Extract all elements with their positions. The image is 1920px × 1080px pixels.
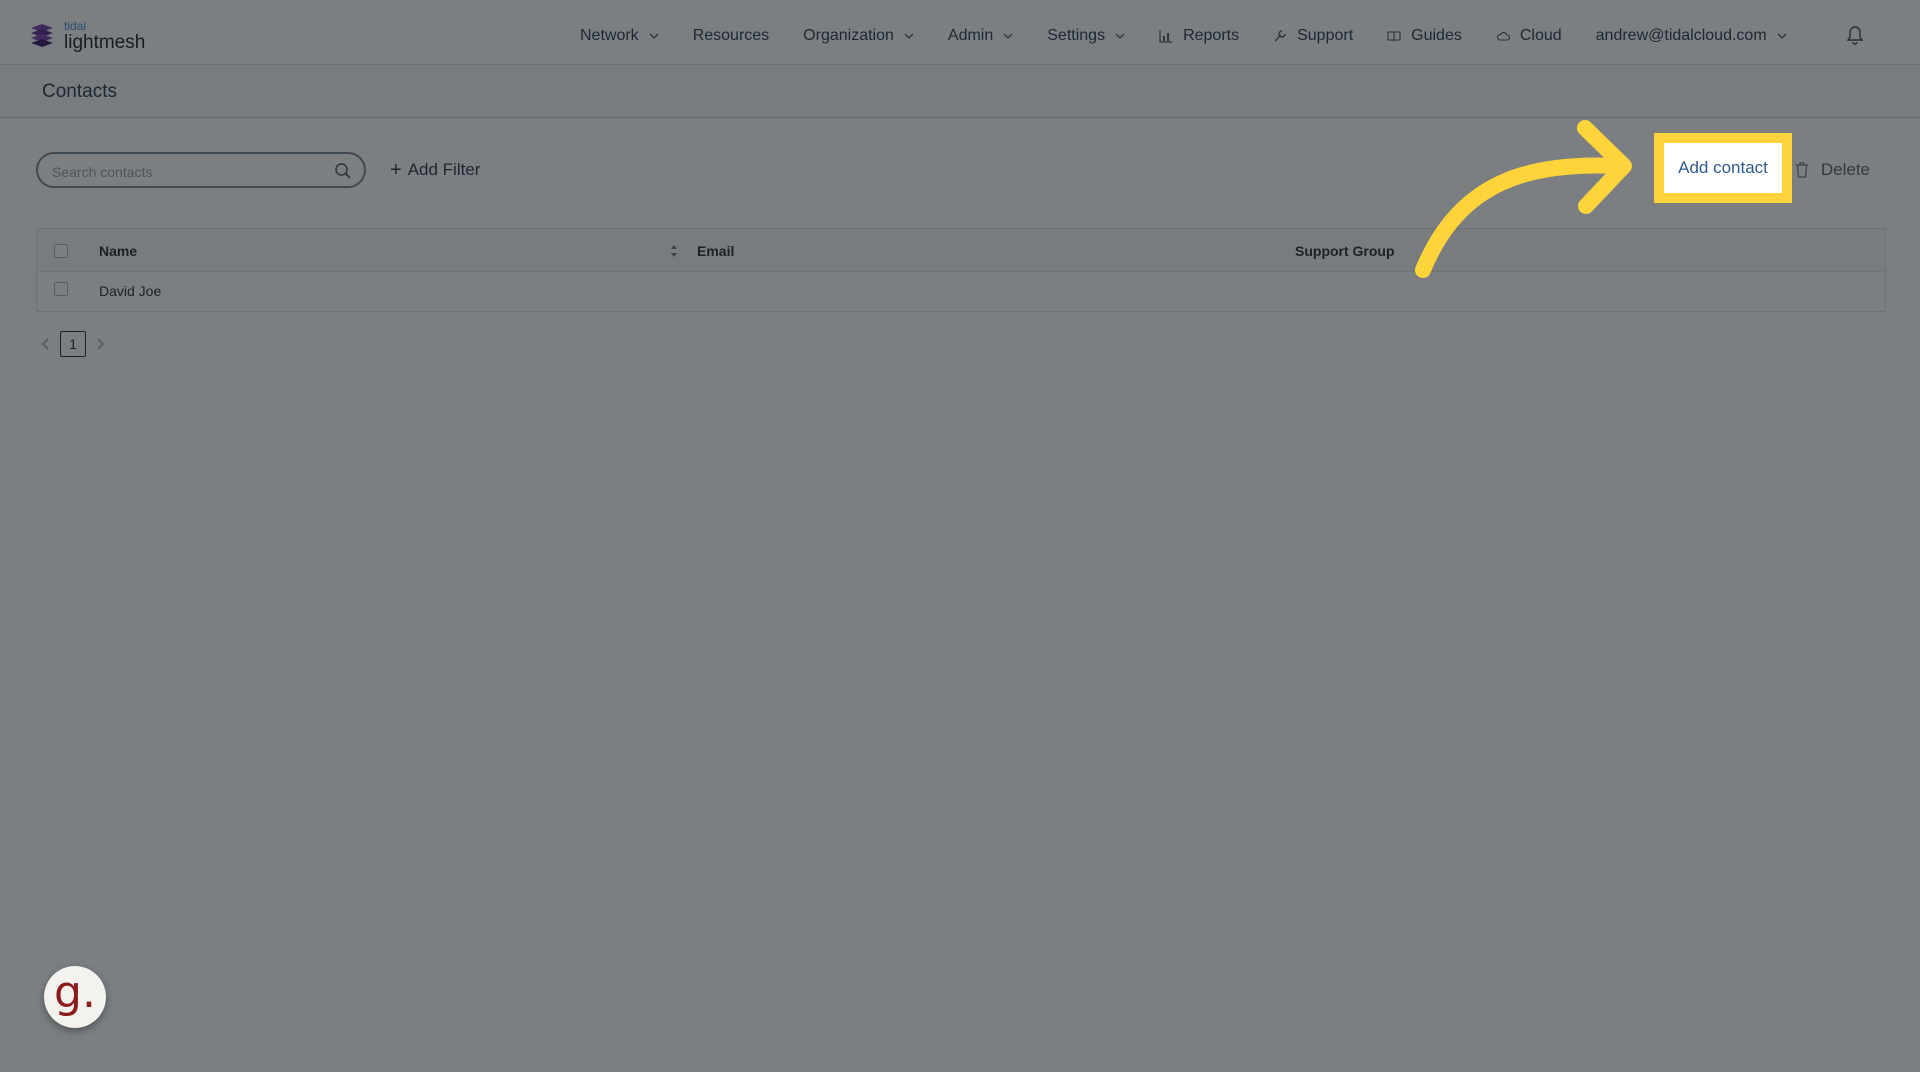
trash-icon — [1795, 162, 1808, 178]
row-checkbox[interactable] — [54, 282, 68, 296]
screen-top-border — [0, 0, 1920, 8]
chevron-down-icon — [1003, 33, 1013, 39]
user-email: andrew@tidalcloud.com — [1595, 27, 1767, 44]
chevron-right-icon[interactable] — [94, 338, 106, 350]
nav-resources[interactable]: Resources — [693, 27, 769, 45]
contact-name[interactable]: David Joe — [99, 283, 161, 299]
nav-label: Settings — [1047, 27, 1106, 44]
page-number-current[interactable]: 1 — [60, 331, 86, 357]
nav-cloud[interactable]: Cloud — [1496, 27, 1562, 45]
brand-logo[interactable]: tidal lightmesh — [28, 18, 145, 54]
nav-guides[interactable]: Guides — [1387, 27, 1462, 45]
badge-letter: g. — [54, 967, 96, 1018]
nav-label: Resources — [692, 27, 770, 44]
add-filter-label: Add Filter — [407, 160, 481, 179]
nav-user-menu[interactable]: andrew@tidalcloud.com — [1596, 27, 1787, 45]
pagination: 1 — [40, 330, 106, 358]
select-all-checkbox[interactable] — [54, 244, 68, 258]
book-icon — [1387, 31, 1401, 42]
tutorial-arrow-icon — [1415, 120, 1632, 278]
nav-support[interactable]: Support — [1273, 27, 1353, 45]
nav-label: Cloud — [1519, 27, 1562, 44]
delete-label: Delete — [1820, 160, 1870, 179]
column-header-email[interactable]: Email — [697, 243, 734, 259]
search-icon[interactable] — [334, 162, 352, 180]
search-box[interactable] — [36, 152, 366, 188]
chevron-down-icon — [904, 33, 914, 39]
nav-admin[interactable]: Admin — [948, 27, 1013, 45]
nav-settings[interactable]: Settings — [1047, 27, 1125, 45]
screen-bottom-border — [0, 1072, 1920, 1080]
cloud-icon — [1496, 31, 1510, 41]
sort-icon[interactable] — [669, 243, 679, 259]
brand-name: lightmesh — [64, 32, 146, 53]
plus-icon: + — [390, 159, 402, 181]
nav-label: Reports — [1183, 27, 1240, 44]
column-header-name[interactable]: Name — [99, 243, 137, 259]
delete-button[interactable]: Delete — [1795, 160, 1870, 180]
add-contact-label: Add contact — [1678, 158, 1768, 177]
wrench-icon — [1274, 30, 1286, 42]
page-title: Contacts — [42, 81, 117, 102]
top-nav-bar: tidal lightmesh Network Resources Organi… — [0, 8, 1920, 65]
lightmesh-logo-icon — [31, 24, 53, 47]
main-nav: Network Resources Organization Admin Set… — [580, 8, 1821, 64]
chevron-down-icon — [1777, 33, 1787, 39]
nav-label: Guides — [1411, 27, 1462, 44]
guide-logo-badge[interactable]: g. — [44, 966, 106, 1028]
brand-small-text: tidal — [64, 19, 87, 33]
nav-label: Admin — [947, 27, 994, 44]
chevron-down-icon — [1115, 33, 1125, 39]
nav-reports[interactable]: Reports — [1159, 27, 1239, 45]
nav-label: Organization — [803, 27, 894, 44]
bell-icon[interactable] — [1846, 25, 1864, 45]
search-input[interactable] — [50, 161, 324, 183]
nav-network[interactable]: Network — [580, 27, 659, 45]
nav-organization[interactable]: Organization — [803, 27, 914, 45]
nav-label: Support — [1297, 27, 1354, 44]
chevron-down-icon — [649, 33, 659, 39]
chevron-left-icon[interactable] — [40, 338, 52, 350]
bar-chart-icon — [1159, 30, 1173, 43]
add-filter-button[interactable]: + Add Filter — [390, 160, 480, 180]
nav-label: Network — [580, 27, 639, 44]
add-contact-button[interactable]: Add contact — [1654, 133, 1792, 203]
